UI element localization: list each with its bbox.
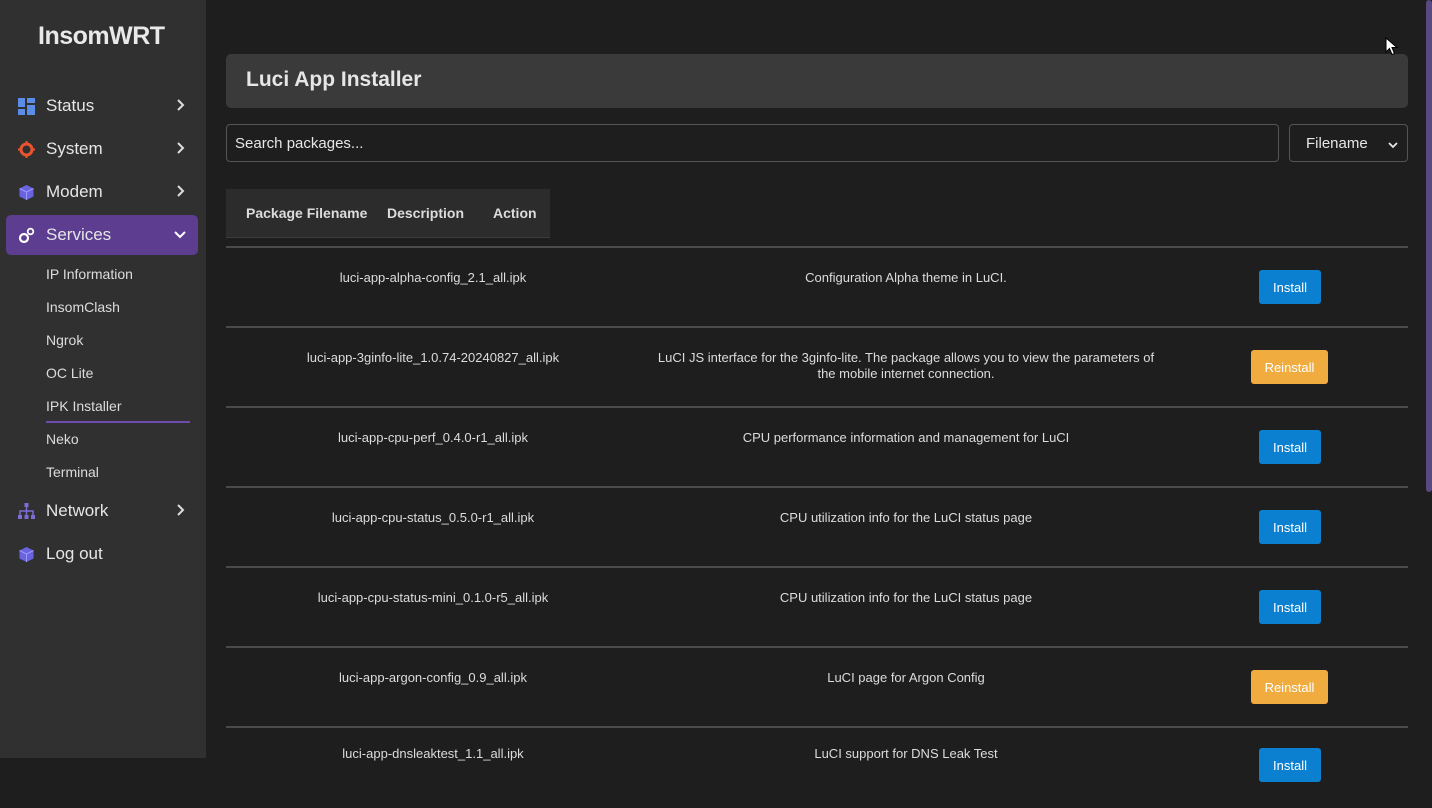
nav-item-system[interactable]: System (6, 129, 198, 169)
table-row: luci-app-3ginfo-lite_1.0.74-20240827_all… (226, 328, 1408, 408)
install-button[interactable]: Install (1259, 270, 1321, 304)
table-row: luci-app-cpu-status_0.5.0-r1_all.ipk CPU… (226, 488, 1408, 568)
package-description: CPU performance information and manageme… (742, 430, 1070, 445)
table-row: luci-app-alpha-config_2.1_all.ipk Config… (226, 248, 1408, 328)
table-row: luci-app-argon-config_0.9_all.ipk LuCI p… (226, 648, 1408, 728)
package-description: Configuration Alpha theme in LuCI. (805, 270, 1007, 285)
nav-label-logout: Log out (46, 544, 103, 563)
sub-item-insomclash[interactable]: InsomClash (46, 299, 120, 315)
mouse-cursor-icon (1385, 36, 1401, 57)
active-indicator (46, 421, 190, 423)
gear-icon (18, 141, 35, 158)
dashboard-icon (18, 98, 35, 115)
package-filename: luci-app-cpu-status-mini_0.1.0-r5_all.ip… (317, 590, 549, 605)
table-row: luci-app-cpu-perf_0.4.0-r1_all.ipk CPU p… (226, 408, 1408, 488)
header-action[interactable]: Action (493, 205, 537, 221)
nav-item-logout[interactable]: Log out (6, 534, 198, 574)
nav-item-modem[interactable]: Modem (6, 172, 198, 212)
chevron-right-icon (173, 503, 187, 517)
sub-item-neko[interactable]: Neko (46, 431, 79, 447)
scrollbar[interactable] (1426, 0, 1432, 492)
package-description: CPU utilization info for the LuCI status… (779, 510, 1033, 525)
cube-icon (18, 184, 35, 201)
logout-icon (18, 546, 35, 563)
package-filename: luci-app-alpha-config_2.1_all.ipk (339, 270, 527, 285)
main-content: Luci App Installer Filename Package File… (206, 0, 1432, 782)
chevron-right-icon (173, 184, 187, 198)
package-filename: luci-app-argon-config_0.9_all.ipk (339, 670, 527, 685)
page-title: Luci App Installer (246, 68, 422, 91)
package-filename: luci-app-3ginfo-lite_1.0.74-20240827_all… (306, 350, 560, 365)
table-header: Package Filename Description Action (226, 189, 550, 238)
chevron-down-icon (173, 227, 187, 241)
chevron-right-icon (173, 141, 187, 155)
package-filename: luci-app-cpu-status_0.5.0-r1_all.ipk (331, 510, 535, 525)
package-description: LuCI support for DNS Leak Test (814, 746, 998, 761)
nav-label-network: Network (46, 501, 109, 520)
page-header: Luci App Installer (226, 54, 1408, 108)
nav-label-modem: Modem (46, 182, 103, 201)
sub-item-ngrok[interactable]: Ngrok (46, 332, 83, 348)
install-button[interactable]: Install (1259, 590, 1321, 624)
reinstall-button[interactable]: Reinstall (1251, 670, 1328, 704)
chevron-right-icon (173, 98, 187, 112)
table-row: luci-app-cpu-status-mini_0.1.0-r5_all.ip… (226, 568, 1408, 648)
sub-item-ip-information[interactable]: IP Information (46, 266, 133, 282)
package-filename: luci-app-dnsleaktest_1.1_all.ipk (342, 746, 524, 761)
sub-item-ipk-installer[interactable]: IPK Installer (46, 398, 121, 414)
table-row: luci-app-dnsleaktest_1.1_all.ipk LuCI su… (226, 728, 1408, 808)
sub-item-terminal[interactable]: Terminal (46, 464, 99, 480)
sidebar: InsomWRT Status System Modem Services IP… (0, 0, 206, 758)
install-button[interactable]: Install (1259, 430, 1321, 464)
chevron-down-icon (1387, 138, 1399, 150)
filter-select[interactable]: Filename (1289, 124, 1408, 162)
reinstall-button[interactable]: Reinstall (1251, 350, 1328, 384)
package-filename: luci-app-cpu-perf_0.4.0-r1_all.ipk (337, 430, 529, 445)
header-description[interactable]: Description (387, 205, 464, 221)
nav-label-status: Status (46, 96, 95, 115)
nav-item-status[interactable]: Status (6, 86, 198, 126)
filter-select-value: Filename (1306, 134, 1368, 152)
sub-item-oc-lite[interactable]: OC Lite (46, 365, 93, 381)
install-button[interactable]: Install (1259, 510, 1321, 544)
install-button[interactable]: Install (1259, 748, 1321, 782)
package-description: CPU utilization info for the LuCI status… (779, 590, 1033, 605)
search-input[interactable] (226, 124, 1279, 162)
package-description: LuCI JS interface for the 3ginfo-lite. T… (657, 350, 1155, 381)
nav-item-network[interactable]: Network (6, 491, 198, 531)
brand-logo: InsomWRT (38, 22, 165, 50)
package-description: LuCI page for Argon Config (827, 670, 985, 685)
nav-label-system: System (46, 139, 103, 158)
header-package-filename[interactable]: Package Filename (246, 205, 367, 221)
network-icon (18, 503, 35, 520)
nav-label-services: Services (46, 225, 112, 244)
cogs-icon (18, 227, 35, 244)
nav-item-services[interactable]: Services (6, 215, 198, 255)
